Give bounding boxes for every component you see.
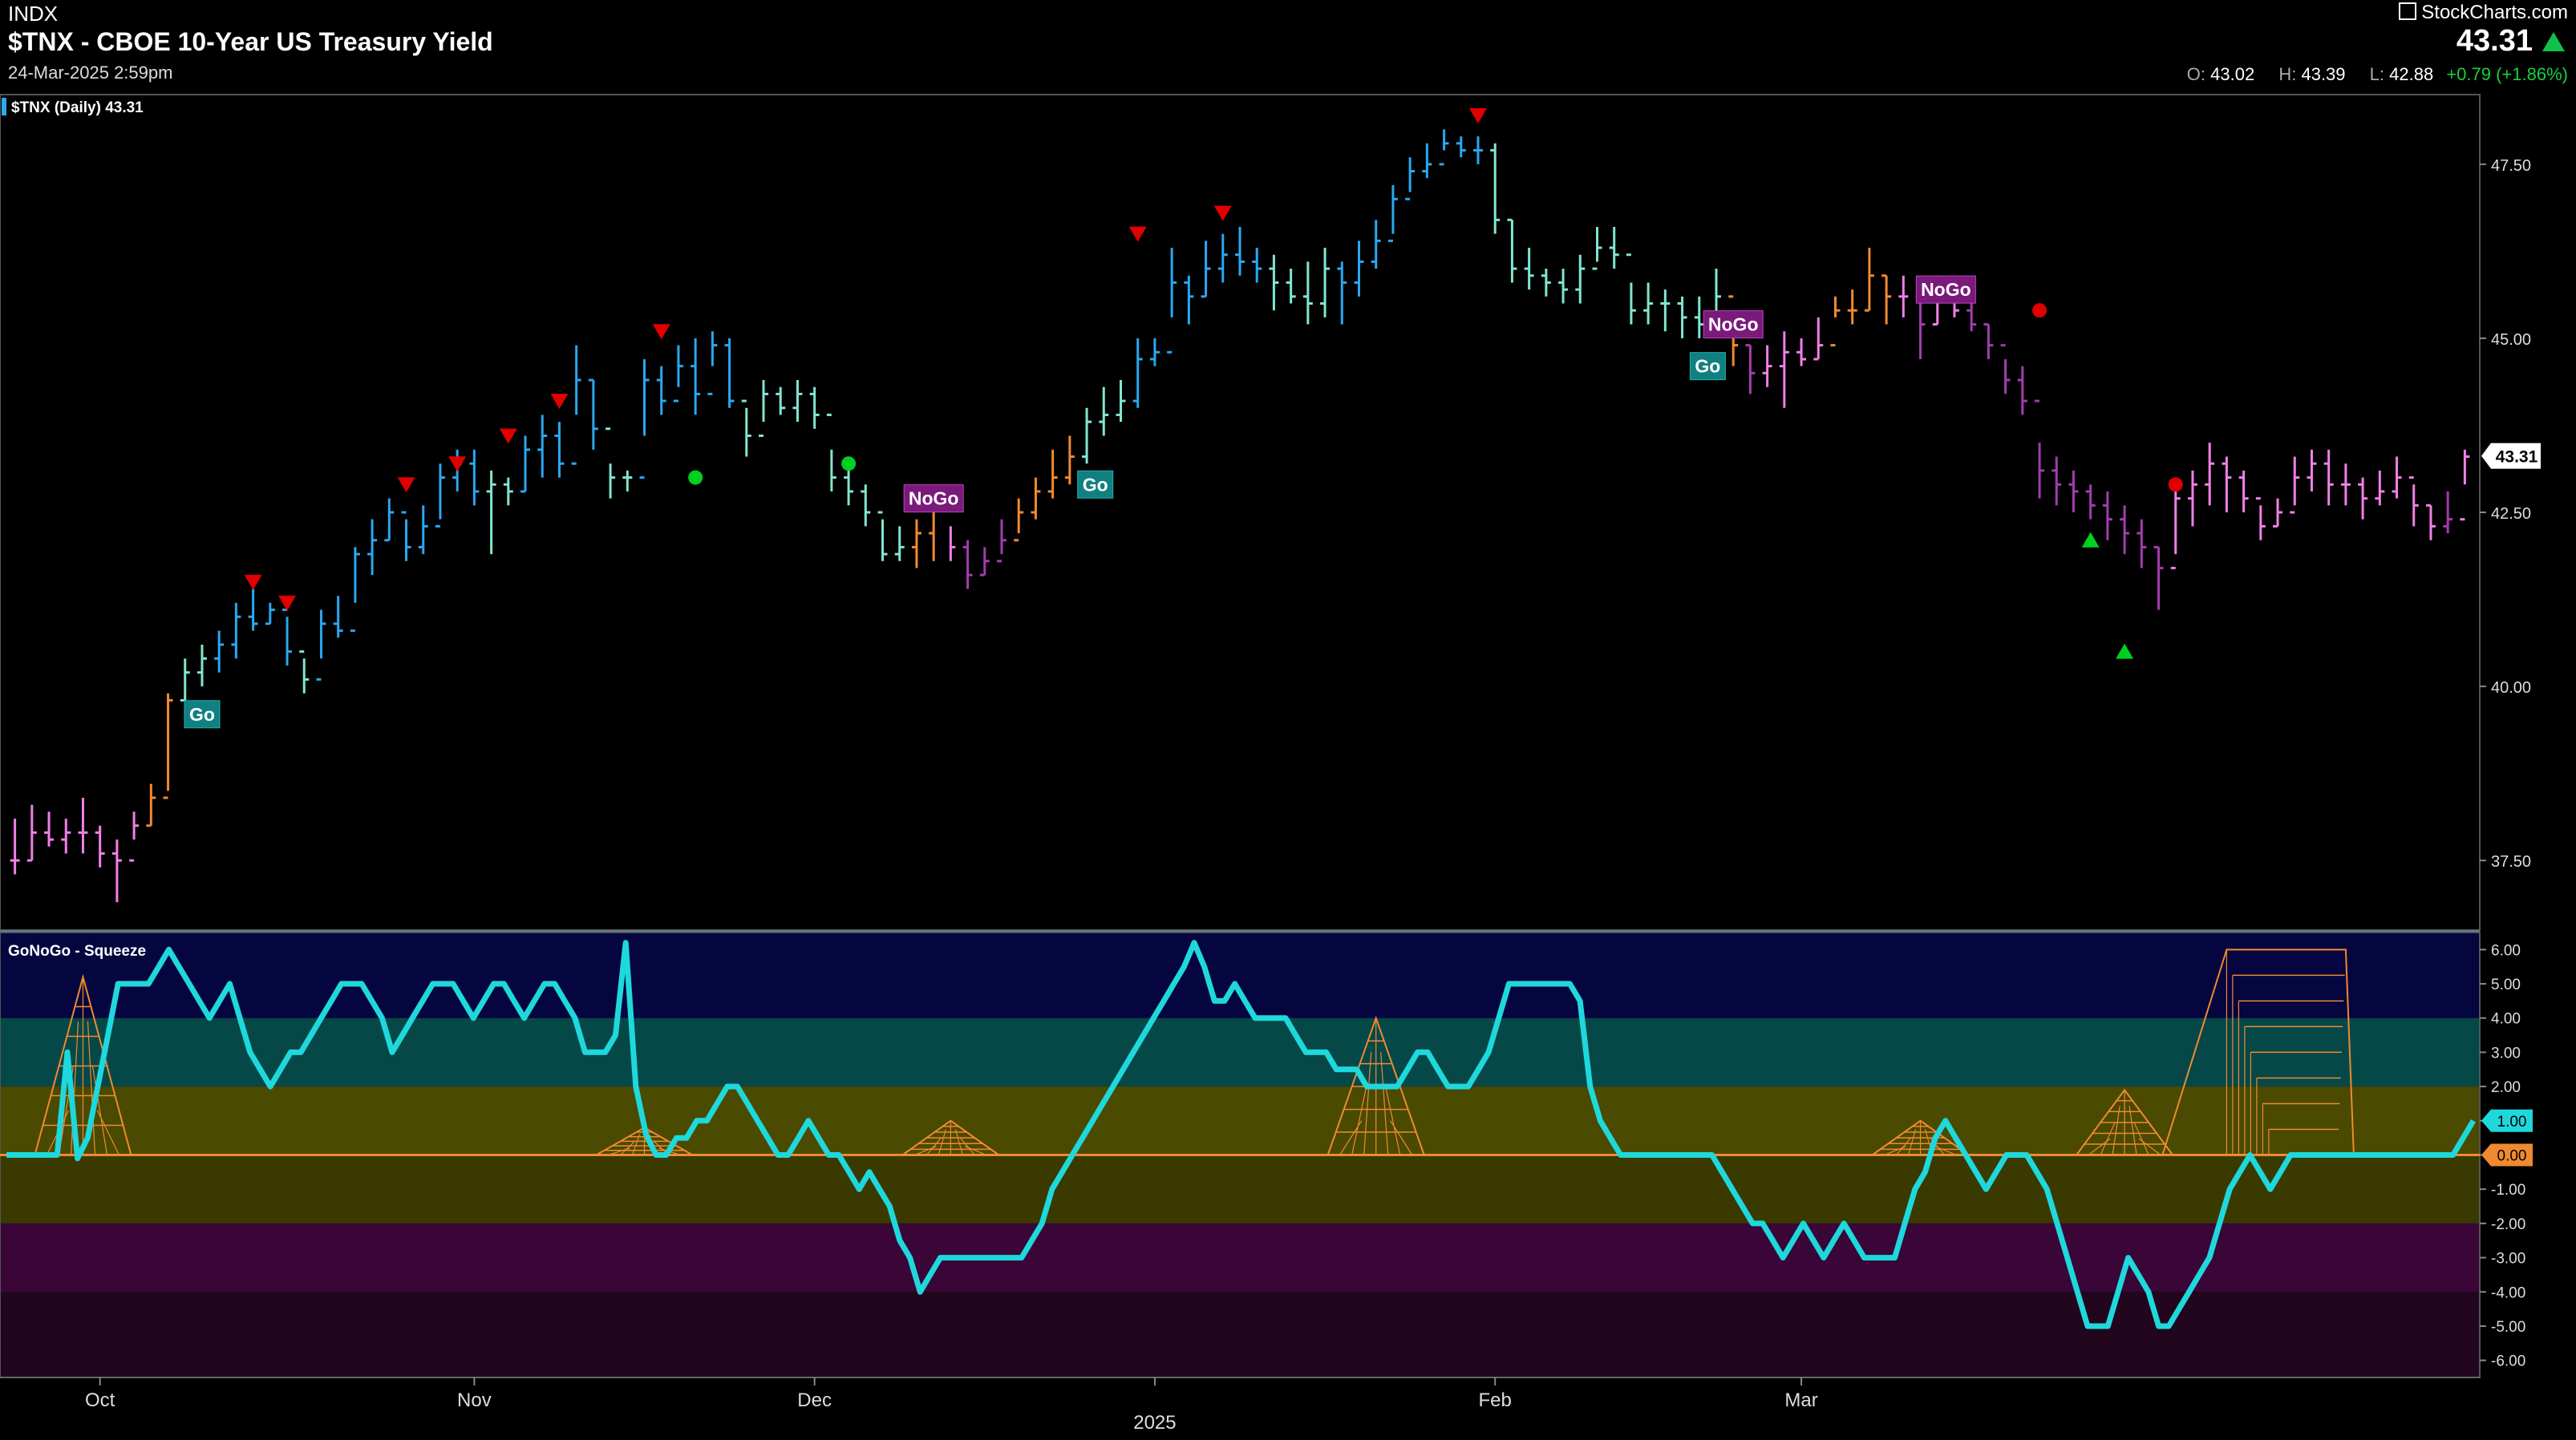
go-label: Go [184,700,221,729]
x-axis-area [0,1377,2480,1440]
osc-ytick-label: -6.00 [2491,1353,2525,1370]
x-tick-label: Oct [85,1389,115,1411]
osc-ytick-label: -3.00 [2491,1251,2525,1268]
x-tick-label: 2025 [1133,1412,1176,1434]
x-tick-label: Feb [1479,1389,1512,1411]
price-legend: $TNX (Daily) 43.31 [11,99,144,116]
label-text: Go [189,704,215,725]
osc-ytick-label: 4.00 [2491,1011,2521,1028]
osc-ytick-label: 3.00 [2491,1045,2521,1062]
chart-svg[interactable]: 37.50 40.00 42.50 45.00 47.50 6.00 5.00 4.00 3.0… [0,0,2576,1440]
x-tick-label: Nov [457,1389,492,1411]
nogo-label: NoGo [903,484,964,513]
price-ytick-label: 40.00 [2491,679,2531,697]
go-label: Go [1077,470,1114,499]
oscillator-zone-4 [0,1223,2480,1292]
label-text: NoGo [909,488,959,509]
x-tick-label: Mar [1784,1389,1817,1411]
green-signal-dot [841,456,857,471]
nogo-label: NoGo [1915,275,1976,304]
osc-ytick-label: -5.00 [2491,1319,2525,1336]
x-tick-label: Dec [797,1389,832,1411]
oscillator-legend: GoNoGo - Squeeze [8,943,146,960]
osc-ytick-label: -4.00 [2491,1284,2525,1301]
label-text: Go [1083,474,1108,495]
oscillator-zone-5 [0,1292,2480,1377]
oscillator-zone-1 [0,1017,2480,1087]
legend-swatch [2,98,6,115]
label-text: NoGo [1708,314,1759,335]
price-ytick-label: 47.50 [2491,157,2531,175]
osc-ytick-label: 2.00 [2491,1079,2521,1096]
red-signal-dot [2032,303,2047,318]
oscillator-value-tag: 1.00 [2481,1109,2533,1132]
price-ytick-label: 42.50 [2491,505,2531,523]
osc-tag-text: 1.00 [2497,1114,2527,1131]
osc-ytick-label: 6.00 [2491,942,2521,959]
price-ytick-label: 45.00 [2491,331,2531,349]
green-signal-dot [688,470,703,485]
osc-ytick-label: 5.00 [2491,977,2521,993]
osc-ytick-label: -1.00 [2491,1182,2525,1199]
osc-ytick-label: -2.00 [2491,1216,2525,1233]
oscillator-zone-3 [0,1155,2480,1224]
zero-value-tag: 0.00 [2481,1143,2533,1167]
red-signal-dot [2168,477,2183,492]
nogo-label: NoGo [1703,310,1764,339]
last-value-text: 43.31 [2496,448,2538,467]
go-label: Go [1689,352,1726,381]
label-text: NoGo [1921,279,1971,300]
label-text: Go [1695,356,1720,377]
price-ytick-label: 37.50 [2491,853,2531,871]
last-value-tag: 43.31 [2481,443,2541,469]
zero-tag-text: 0.00 [2497,1148,2527,1165]
